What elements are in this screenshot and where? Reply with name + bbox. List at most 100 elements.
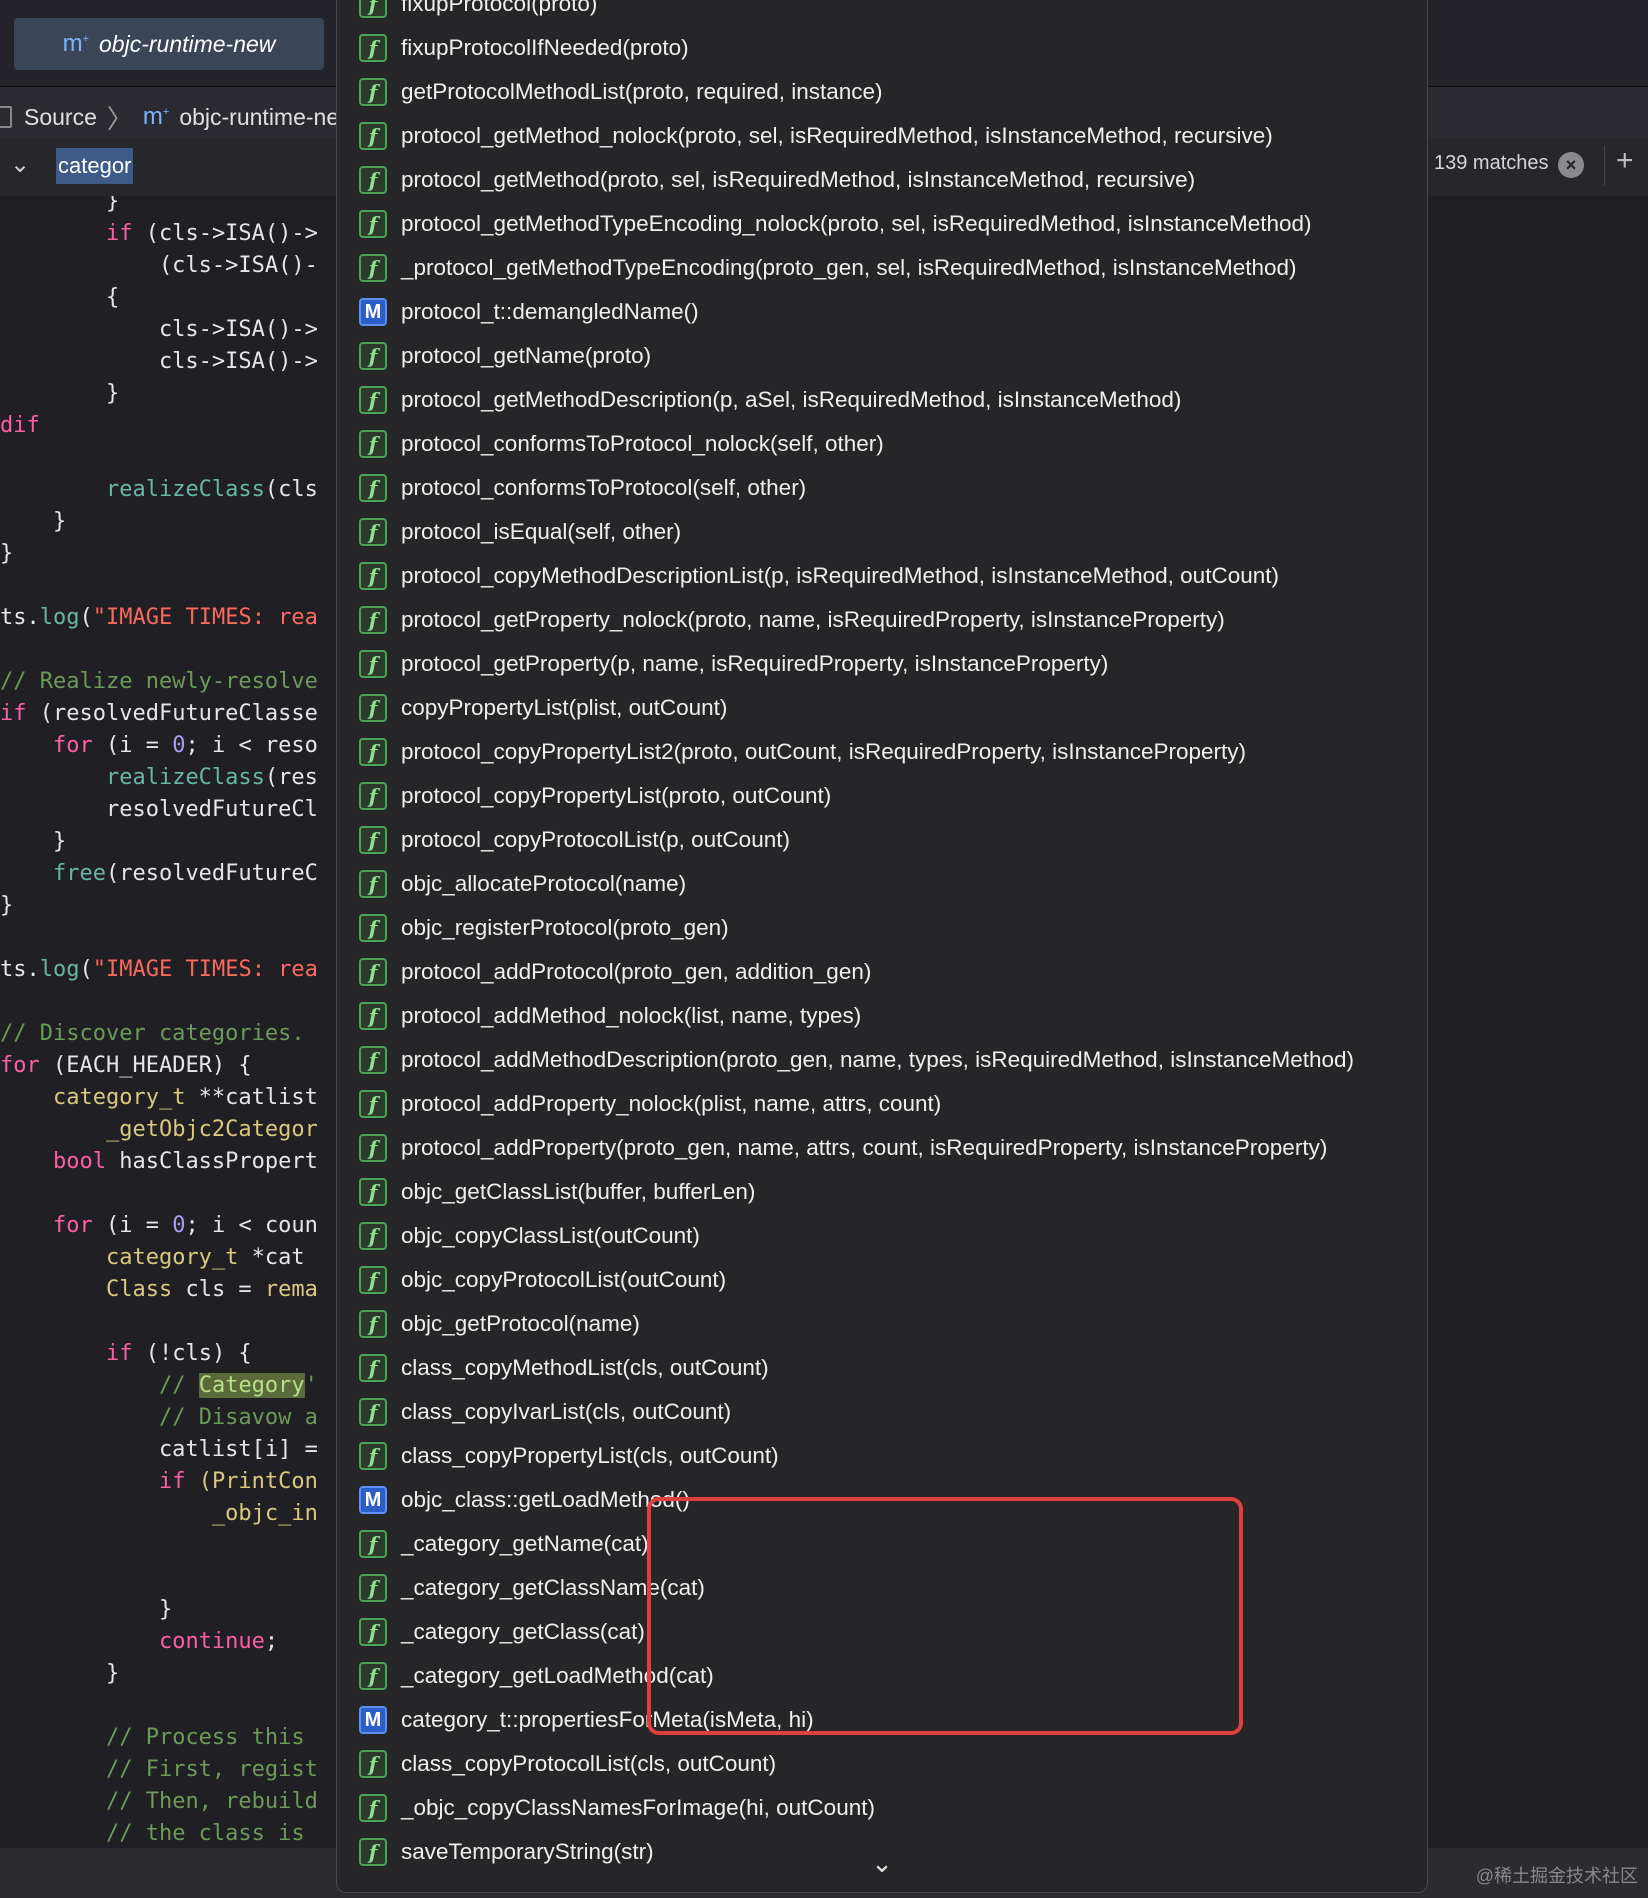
completion-item[interactable]: Mprotocol_t::demangledName() <box>337 292 699 332</box>
completion-item[interactable]: f protocol_copyPropertyList2(proto, outCo… <box>337 732 1246 772</box>
code-line[interactable]: // Then, rebuild <box>0 1786 318 1818</box>
code-line[interactable]: } <box>0 1658 119 1690</box>
code-line[interactable]: free(resolvedFutureC <box>0 858 318 890</box>
completion-item[interactable]: f protocol_getMethodTypeEncoding_nolock(p… <box>337 204 1312 244</box>
completion-item[interactable]: f protocol_copyProtocolList(p, outCount) <box>337 820 790 860</box>
code-line[interactable]: continue; <box>0 1626 278 1658</box>
completion-item[interactable]: f _protocol_getMethodTypeEncoding(proto_g… <box>337 248 1297 288</box>
code-line[interactable]: (cls->ISA()- <box>0 250 318 282</box>
code-line[interactable]: if (!cls) { <box>0 1338 252 1370</box>
completion-item[interactable]: f objc_allocateProtocol(name) <box>337 864 686 904</box>
code-line[interactable]: bool hasClassPropert <box>0 1146 318 1178</box>
completion-item[interactable]: f protocol_isEqual(self, other) <box>337 512 681 552</box>
code-line[interactable]: if (resolvedFutureClasse <box>0 698 318 730</box>
code-line[interactable]: if (cls->ISA()-> <box>0 218 318 250</box>
code-line[interactable]: ts.log("IMAGE TIMES: rea <box>0 954 318 986</box>
breadcrumb-source[interactable]: Source <box>24 104 97 131</box>
completion-item[interactable]: f protocol_getMethod_nolock(proto, sel, i… <box>337 116 1273 156</box>
code-line[interactable]: } <box>0 890 13 922</box>
code-line[interactable]: category_t *cat <box>0 1242 305 1274</box>
completion-item[interactable]: f class_copyPropertyList(cls, outCount) <box>337 1436 779 1476</box>
code-line[interactable]: ts.log("IMAGE TIMES: rea <box>0 602 318 634</box>
code-line[interactable]: Class cls = rema <box>0 1274 318 1306</box>
completion-item[interactable]: f objc_getClassList(buffer, bufferLen) <box>337 1172 755 1212</box>
function-icon: f <box>359 1266 387 1294</box>
completion-item[interactable]: f _category_getClass(cat) <box>337 1612 645 1652</box>
completion-item[interactable]: f protocol_copyPropertyList(proto, outCou… <box>337 776 831 816</box>
code-token: dif <box>0 413 40 438</box>
chevron-down-icon[interactable]: ⌄ <box>867 1848 897 1878</box>
completion-item[interactable]: f objc_copyProtocolList(outCount) <box>337 1260 726 1300</box>
code-line[interactable]: dif <box>0 410 40 442</box>
editor-right-area[interactable] <box>1426 196 1648 1848</box>
code-line[interactable]: } <box>0 196 119 218</box>
code-line[interactable]: for (i = 0; i < reso <box>0 730 318 762</box>
completion-item[interactable]: f copyPropertyList(plist, outCount) <box>337 688 727 728</box>
completion-item[interactable]: f getProtocolMethodList(proto, required, … <box>337 72 883 112</box>
completion-item[interactable]: f fixupProtocolIfNeeded(proto) <box>337 28 689 68</box>
completion-item[interactable]: f protocol_conformsToProtocol(self, other… <box>337 468 806 508</box>
chevron-down-icon[interactable]: ⌄ <box>10 150 30 179</box>
function-icon: f <box>359 166 387 194</box>
code-line[interactable]: resolvedFutureCl <box>0 794 318 826</box>
add-icon[interactable]: + <box>1616 144 1634 178</box>
completion-item[interactable]: f protocol_getProperty(p, name, isRequire… <box>337 644 1108 684</box>
code-line[interactable]: } <box>0 538 13 570</box>
completion-item[interactable]: f class_copyProtocolList(cls, outCount) <box>337 1744 776 1784</box>
completion-item[interactable]: f protocol_getMethodDescription(p, aSel, … <box>337 380 1181 420</box>
code-line[interactable]: cls->ISA()-> <box>0 314 318 346</box>
code-line[interactable]: // Realize newly-resolve <box>0 666 318 698</box>
code-line[interactable]: realizeClass(res <box>0 762 318 794</box>
code-token: // Then, rebuild <box>105 1789 318 1814</box>
code-line[interactable]: cls->ISA()-> <box>0 346 318 378</box>
code-line[interactable]: catlist[i] = <box>0 1434 318 1466</box>
code-line[interactable]: if (PrintCon <box>0 1466 318 1498</box>
completion-item[interactable]: f objc_getProtocol(name) <box>337 1304 640 1344</box>
search-input[interactable]: categor <box>56 148 134 184</box>
completion-item[interactable]: f protocol_addProperty_nolock(plist, name… <box>337 1084 941 1124</box>
code-line[interactable]: // First, regist <box>0 1754 318 1786</box>
completion-item[interactable]: f protocol_getMethod(proto, sel, isRequir… <box>337 160 1195 200</box>
code-line[interactable]: } <box>0 378 119 410</box>
code-editor[interactable]: } if (cls->ISA()-> (cls->ISA()- { cls->I… <box>0 196 340 1848</box>
code-line[interactable]: } <box>0 1594 172 1626</box>
code-line[interactable]: for (EACH_HEADER) { <box>0 1050 252 1082</box>
completion-item[interactable]: f protocol_addProtocol(proto_gen, additio… <box>337 952 871 992</box>
code-line[interactable]: // Category' <box>0 1370 318 1402</box>
completion-item[interactable]: f _objc_copyClassNamesForImage(hi, outCou… <box>337 1788 875 1828</box>
code-line[interactable]: } <box>0 826 66 858</box>
completion-item[interactable]: f protocol_getProperty_nolock(proto, name… <box>337 600 1225 640</box>
code-line[interactable]: { <box>0 282 119 314</box>
completion-item[interactable]: f class_copyIvarList(cls, outCount) <box>337 1392 731 1432</box>
completion-item[interactable]: f protocol_getName(proto) <box>337 336 651 376</box>
clear-search-icon[interactable]: × <box>1558 152 1584 178</box>
code-line[interactable]: _getObjc2Categor <box>0 1114 318 1146</box>
completion-item[interactable]: f protocol_addMethod_nolock(list, name, t… <box>337 996 861 1036</box>
code-line[interactable]: _objc_in <box>0 1498 318 1530</box>
completion-item[interactable]: f _category_getName(cat) <box>337 1524 649 1564</box>
completion-item[interactable]: f protocol_copyMethodDescriptionList(p, i… <box>337 556 1279 596</box>
completion-item[interactable]: f protocol_addMethodDescription(proto_gen… <box>337 1040 1354 1080</box>
code-token: ts. <box>0 957 40 982</box>
breadcrumb-file[interactable]: objc-runtime-ne <box>179 104 339 131</box>
completion-item[interactable]: f objc_copyClassList(outCount) <box>337 1216 700 1256</box>
function-icon: f <box>359 1002 387 1030</box>
completion-item[interactable]: f class_copyMethodList(cls, outCount) <box>337 1348 769 1388</box>
completion-item[interactable]: Mobjc_class::getLoadMethod() <box>337 1480 690 1520</box>
completion-item[interactable]: f fixupProtocol(proto) <box>337 0 597 24</box>
completion-item[interactable]: f saveTemporaryString(str) <box>337 1832 654 1872</box>
code-line[interactable]: // Discover categories. <box>0 1018 305 1050</box>
code-line[interactable]: // Process this <box>0 1722 305 1754</box>
completion-item[interactable]: f protocol_conformsToProtocol_nolock(self… <box>337 424 884 464</box>
code-line[interactable]: for (i = 0; i < coun <box>0 1210 318 1242</box>
code-line[interactable]: category_t **catlist <box>0 1082 318 1114</box>
code-completion-popup[interactable]: f fixupProtocol(proto) f fixupProtocolIfNee… <box>336 0 1428 1893</box>
completion-item[interactable]: f objc_registerProtocol(proto_gen) <box>337 908 729 948</box>
code-line[interactable]: realizeClass(cls <box>0 474 318 506</box>
code-line[interactable]: } <box>0 506 66 538</box>
tab-objc-runtime-new[interactable]: m+ objc-runtime-new <box>14 18 324 70</box>
code-token: 0 <box>172 733 186 758</box>
completion-item[interactable]: f protocol_addProperty(proto_gen, name, a… <box>337 1128 1327 1168</box>
code-line[interactable]: // Disavow a <box>0 1402 318 1434</box>
code-line[interactable]: // the class is <box>0 1818 305 1848</box>
